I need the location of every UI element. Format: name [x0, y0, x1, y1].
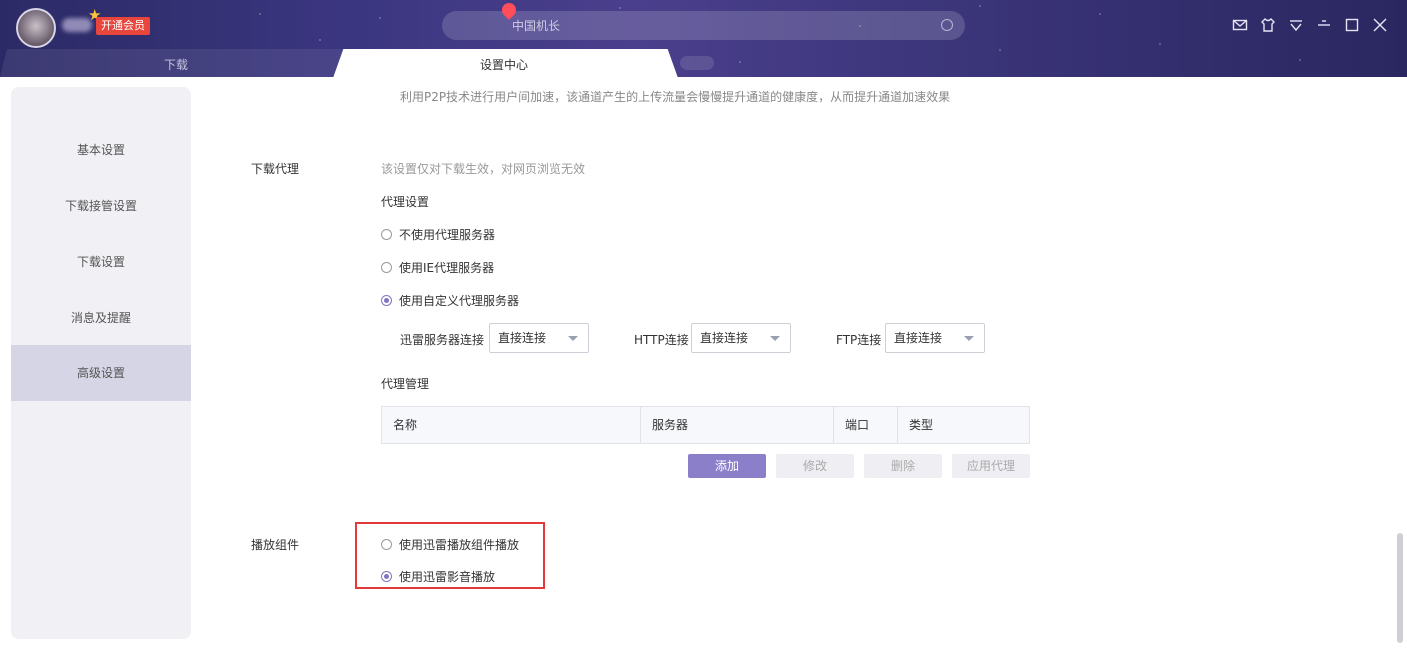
table-header-type[interactable]: 类型 [898, 407, 1029, 443]
radio-button[interactable] [381, 262, 392, 273]
ftp-connection-select[interactable]: 直接连接 [885, 323, 985, 353]
http-connection-select[interactable]: 直接连接 [691, 323, 791, 353]
chevron-down-icon [568, 336, 578, 341]
settings-sidebar: 基本设置 下载接管设置 下载设置 消息及提醒 高级设置 [11, 87, 191, 639]
http-connection-label: HTTP连接 [634, 333, 689, 347]
search-icon[interactable] [941, 19, 953, 31]
table-header-name[interactable]: 名称 [382, 407, 641, 443]
chevron-down-icon [770, 336, 780, 341]
xunlei-server-connection-select[interactable]: 直接连接 [489, 323, 589, 353]
select-value: 直接连接 [498, 331, 547, 345]
select-value: 直接连接 [894, 331, 943, 345]
radio-label: 使用IE代理服务器 [399, 261, 495, 275]
radio-ie-proxy[interactable]: 使用IE代理服务器 [381, 259, 494, 276]
ftp-connection-label: FTP连接 [836, 333, 882, 347]
sidebar-item-download-takeover[interactable]: 下载接管设置 [11, 178, 191, 234]
avatar[interactable] [16, 8, 56, 48]
tab-blurred[interactable] [680, 56, 714, 70]
radio-button-checked[interactable] [381, 295, 392, 306]
minimize-icon[interactable] [1315, 16, 1333, 34]
apply-proxy-button[interactable]: 应用代理 [952, 454, 1030, 478]
sidebar-item-download[interactable]: 下载设置 [11, 234, 191, 290]
search-input[interactable] [512, 11, 932, 40]
proxy-table: 名称 服务器 端口 类型 [381, 406, 1030, 444]
radio-label: 使用自定义代理服务器 [399, 294, 520, 308]
skin-shirt-icon[interactable] [1259, 16, 1277, 34]
download-proxy-hint: 该设置仅对下载生效，对网页浏览无效 [381, 162, 586, 176]
title-bar: ★ 开通会员 下载 设置中心 [0, 0, 1407, 77]
close-icon[interactable] [1371, 16, 1389, 34]
sidebar-item-advanced[interactable]: 高级设置 [11, 345, 191, 401]
delete-proxy-button[interactable]: 删除 [864, 454, 942, 478]
select-value: 直接连接 [700, 331, 749, 345]
radio-label: 不使用代理服务器 [399, 228, 496, 242]
radio-button[interactable] [381, 229, 392, 240]
maximize-icon[interactable] [1343, 16, 1361, 34]
tab-settings-center[interactable]: 设置中心 [333, 49, 678, 77]
proxy-management-heading: 代理管理 [381, 377, 430, 391]
tab-download[interactable]: 下载 [0, 49, 355, 77]
table-header-port[interactable]: 端口 [834, 407, 898, 443]
sidebar-item-notifications[interactable]: 消息及提醒 [11, 290, 191, 346]
table-header-server[interactable]: 服务器 [641, 407, 834, 443]
tab-settings-label: 设置中心 [480, 58, 529, 72]
edit-proxy-button[interactable]: 修改 [776, 454, 854, 478]
menu-dropdown-icon[interactable] [1287, 16, 1305, 34]
radio-custom-proxy[interactable]: 使用自定义代理服务器 [381, 292, 519, 309]
tab-download-label: 下载 [164, 58, 189, 72]
xunlei-server-connection-label: 迅雷服务器连接 [400, 333, 485, 347]
chevron-down-icon [964, 336, 974, 341]
search-bar[interactable] [442, 0, 965, 40]
proxy-settings-heading: 代理设置 [381, 195, 430, 209]
window-controls [1231, 16, 1389, 34]
vip-badge[interactable]: 开通会员 [96, 17, 150, 35]
playback-component-label: 播放组件 [251, 538, 300, 552]
radio-no-proxy[interactable]: 不使用代理服务器 [381, 226, 495, 243]
scrollbar-thumb[interactable] [1397, 533, 1403, 643]
p2p-description: 利用P2P技术进行用户间加速，该通道产生的上传流量会慢慢提升通道的健康度，从而提… [400, 90, 951, 104]
download-proxy-label: 下载代理 [251, 162, 300, 176]
annotation-highlight-box [355, 522, 545, 589]
sidebar-item-basic[interactable]: 基本设置 [11, 122, 191, 178]
mail-icon[interactable] [1231, 16, 1249, 34]
add-proxy-button[interactable]: 添加 [688, 454, 766, 478]
